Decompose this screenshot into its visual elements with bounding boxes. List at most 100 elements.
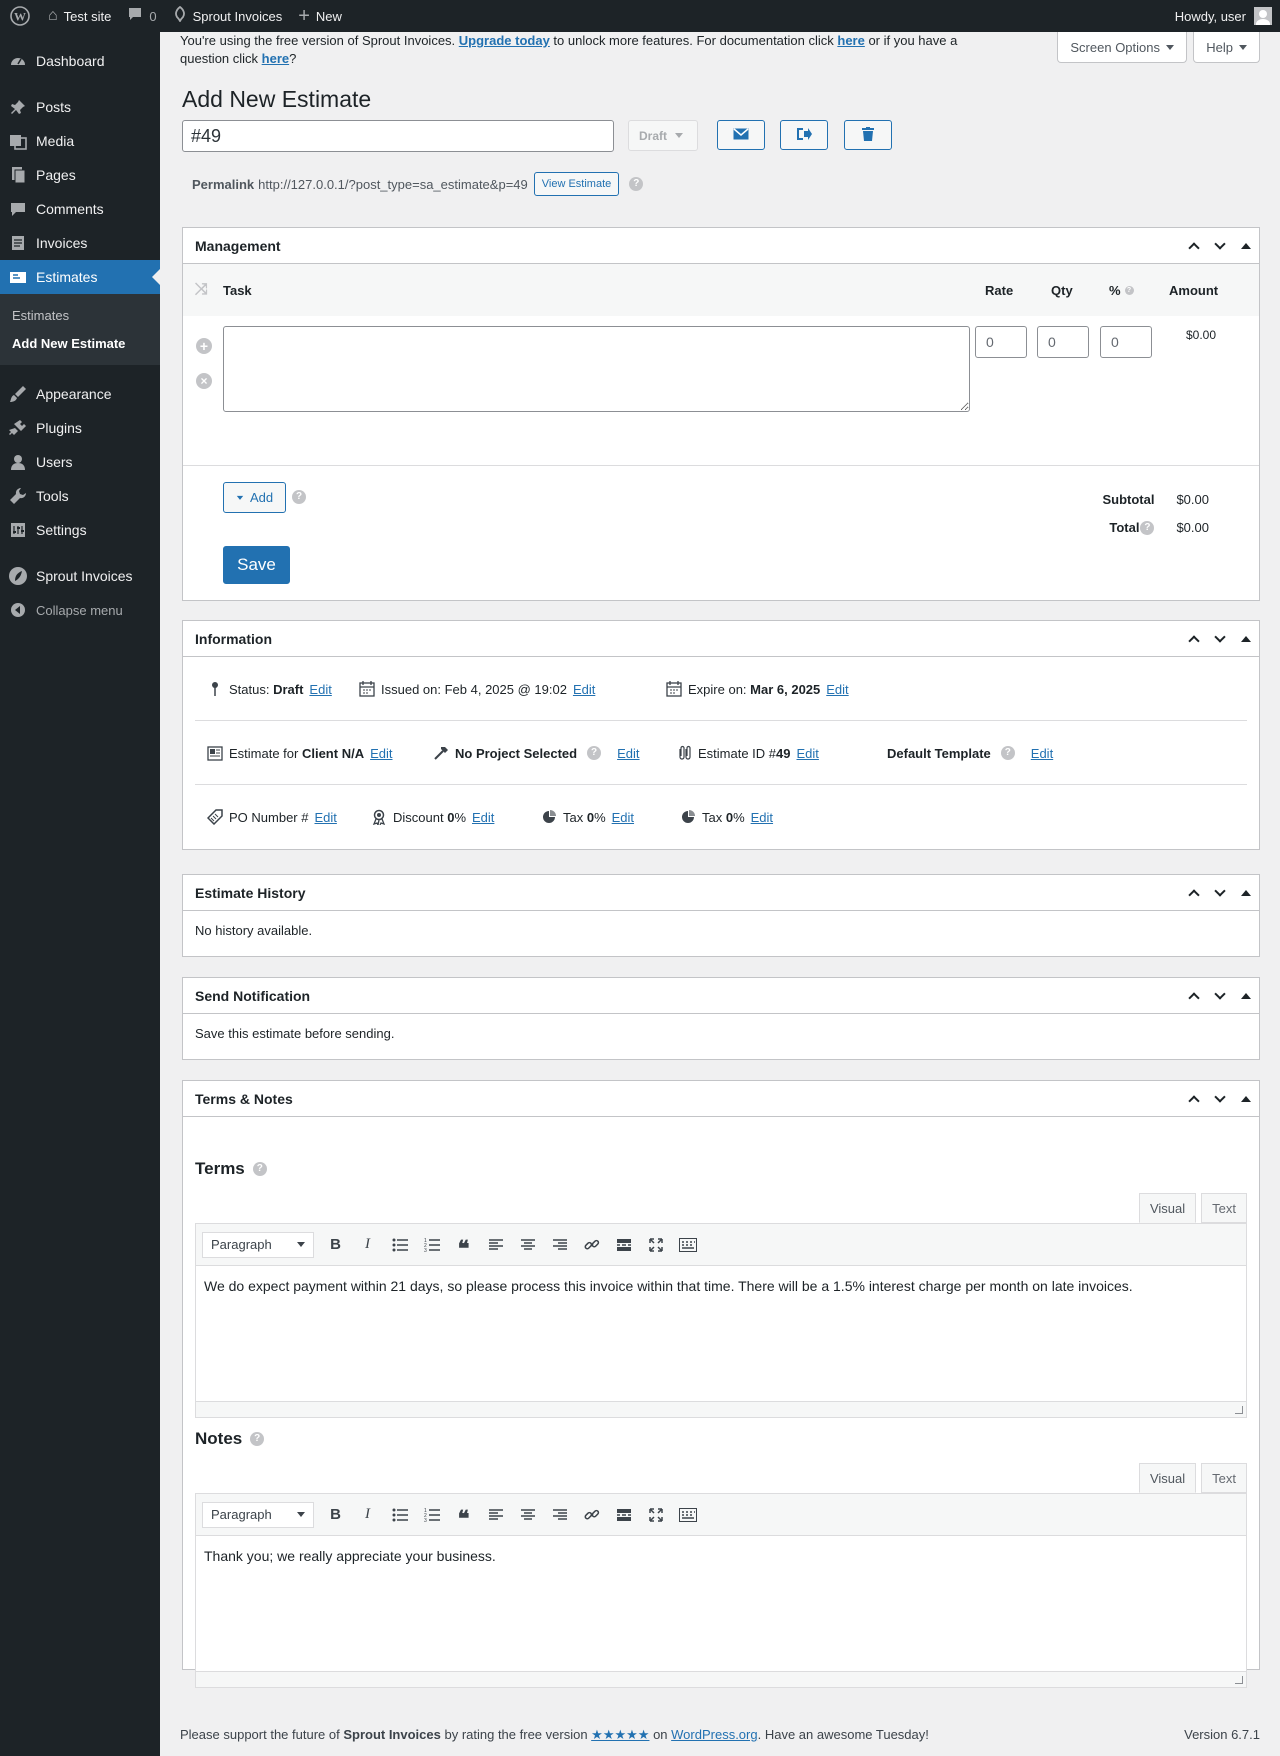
numbered-list-icon[interactable]: 123 — [417, 1501, 446, 1529]
align-center-icon[interactable] — [513, 1501, 542, 1529]
sidebar-item-dashboard[interactable]: Dashboard — [0, 44, 160, 78]
italic-icon[interactable]: I — [353, 1501, 382, 1529]
move-up-icon[interactable] — [1181, 1081, 1207, 1116]
toolbar-toggle-icon[interactable] — [673, 1501, 702, 1529]
collapse-menu-button[interactable]: Collapse menu — [0, 593, 160, 627]
link-icon[interactable] — [577, 1231, 606, 1259]
align-left-icon[interactable] — [481, 1501, 510, 1529]
read-more-icon[interactable] — [609, 1231, 638, 1259]
sidebar-item-pages[interactable]: Pages — [0, 158, 160, 192]
add-line-icon[interactable]: + — [196, 338, 212, 354]
toolbar-toggle-icon[interactable] — [673, 1231, 702, 1259]
format-select[interactable]: Paragraph — [202, 1501, 314, 1528]
edit-client-link[interactable]: Edit — [370, 746, 392, 761]
tab-text[interactable]: Text — [1201, 1463, 1247, 1493]
shuffle-icon[interactable]: ⤨ — [195, 281, 208, 299]
edit-expire-link[interactable]: Edit — [826, 682, 848, 697]
sidebar-item-comments[interactable]: Comments — [0, 192, 160, 226]
history-header[interactable]: Estimate History — [183, 875, 1259, 911]
account-menu[interactable]: Howdy, user — [1175, 0, 1280, 32]
sidebar-item-posts[interactable]: Posts — [0, 90, 160, 124]
move-down-icon[interactable] — [1207, 978, 1233, 1013]
toggle-panel-icon[interactable] — [1233, 1081, 1259, 1116]
management-header[interactable]: Management — [183, 228, 1259, 264]
export-button[interactable] — [780, 120, 828, 150]
permalink-url[interactable]: http://127.0.0.1/?post_type=sa_estimate&… — [258, 177, 528, 192]
format-select[interactable]: Paragraph — [202, 1231, 314, 1258]
tab-visual[interactable]: Visual — [1138, 1463, 1197, 1493]
read-more-icon[interactable] — [609, 1501, 638, 1529]
notes-content[interactable]: Thank you; we really appreciate your bus… — [196, 1536, 1246, 1671]
move-up-icon[interactable] — [1181, 621, 1207, 656]
toggle-panel-icon[interactable] — [1233, 978, 1259, 1013]
help-icon[interactable]: ? — [250, 1432, 265, 1446]
percent-input[interactable] — [1100, 326, 1152, 358]
notification-header[interactable]: Send Notification — [183, 978, 1259, 1014]
rating-stars-link[interactable]: ★★★★★ — [591, 1727, 649, 1742]
sidebar-item-invoices[interactable]: Invoices — [0, 226, 160, 260]
edit-po-link[interactable]: Edit — [314, 810, 336, 825]
trash-button[interactable] — [844, 120, 892, 150]
upgrade-link[interactable]: Upgrade today — [459, 33, 550, 48]
edit-tax2-link[interactable]: Edit — [751, 810, 773, 825]
align-right-icon[interactable] — [545, 1501, 574, 1529]
blockquote-icon[interactable]: ❝ — [449, 1231, 478, 1261]
bullet-list-icon[interactable] — [385, 1501, 414, 1529]
information-header[interactable]: Information — [183, 621, 1259, 657]
sidebar-item-media[interactable]: Media — [0, 124, 160, 158]
align-center-icon[interactable] — [513, 1231, 542, 1259]
edit-tax-link[interactable]: Edit — [612, 810, 634, 825]
tab-text[interactable]: Text — [1201, 1193, 1247, 1223]
terms-content[interactable]: We do expect payment within 21 days, so … — [196, 1266, 1246, 1401]
help-icon[interactable]: ? — [1000, 746, 1015, 760]
move-down-icon[interactable] — [1207, 875, 1233, 910]
move-up-icon[interactable] — [1181, 978, 1207, 1013]
estimate-title-input[interactable] — [182, 120, 614, 152]
fullscreen-icon[interactable] — [641, 1501, 670, 1529]
add-line-button[interactable]: Add — [223, 482, 287, 513]
resize-handle[interactable] — [196, 1401, 1246, 1417]
site-name-link[interactable]: ⌂ Test site — [40, 0, 119, 32]
help-icon[interactable]: ? — [252, 1162, 267, 1176]
task-description-textarea[interactable] — [223, 326, 970, 412]
screen-options-button[interactable]: Screen Options — [1057, 32, 1187, 63]
sidebar-item-estimates[interactable]: Estimates — [0, 260, 160, 294]
resize-handle[interactable] — [196, 1671, 1246, 1687]
status-dropdown[interactable]: Draft — [628, 120, 698, 151]
submenu-item-add-new-estimate[interactable]: Add New Estimate — [0, 329, 160, 357]
sidebar-item-settings[interactable]: Settings — [0, 513, 160, 547]
sidebar-item-appearance[interactable]: Appearance — [0, 377, 160, 411]
move-down-icon[interactable] — [1207, 1081, 1233, 1116]
sidebar-item-sprout-invoices[interactable]: Sprout Invoices — [0, 559, 160, 593]
help-button[interactable]: Help — [1193, 32, 1260, 63]
send-email-button[interactable] — [717, 120, 765, 150]
new-content-link[interactable]: + New — [290, 0, 350, 32]
sidebar-item-plugins[interactable]: Plugins — [0, 411, 160, 445]
move-down-icon[interactable] — [1207, 228, 1233, 263]
bullet-list-icon[interactable] — [385, 1231, 414, 1259]
toggle-panel-icon[interactable] — [1233, 228, 1259, 263]
help-icon[interactable]: ? — [629, 177, 644, 191]
fullscreen-icon[interactable] — [641, 1231, 670, 1259]
help-icon[interactable]: ? — [587, 746, 602, 760]
help-icon[interactable]: ? — [1124, 285, 1134, 295]
edit-issued-link[interactable]: Edit — [573, 682, 595, 697]
numbered-list-icon[interactable]: 123 — [417, 1231, 446, 1259]
move-up-icon[interactable] — [1181, 228, 1207, 263]
toggle-panel-icon[interactable] — [1233, 621, 1259, 656]
remove-line-icon[interactable]: × — [196, 373, 212, 389]
sprout-invoices-link[interactable]: Sprout Invoices — [165, 0, 291, 32]
submenu-item-estimates[interactable]: Estimates — [0, 301, 160, 329]
wordpress-org-link[interactable]: WordPress.org — [671, 1727, 757, 1742]
edit-template-link[interactable]: Edit — [1031, 746, 1053, 761]
terms-notes-header[interactable]: Terms & Notes — [183, 1081, 1259, 1117]
align-left-icon[interactable] — [481, 1231, 510, 1259]
edit-project-link[interactable]: Edit — [617, 746, 639, 761]
link-icon[interactable] — [577, 1501, 606, 1529]
help-icon[interactable]: ? — [292, 490, 306, 504]
edit-discount-link[interactable]: Edit — [472, 810, 494, 825]
view-estimate-button[interactable]: View Estimate — [533, 172, 620, 196]
italic-icon[interactable]: I — [353, 1231, 382, 1259]
wordpress-logo-icon[interactable]: W — [0, 0, 40, 32]
move-up-icon[interactable] — [1181, 875, 1207, 910]
